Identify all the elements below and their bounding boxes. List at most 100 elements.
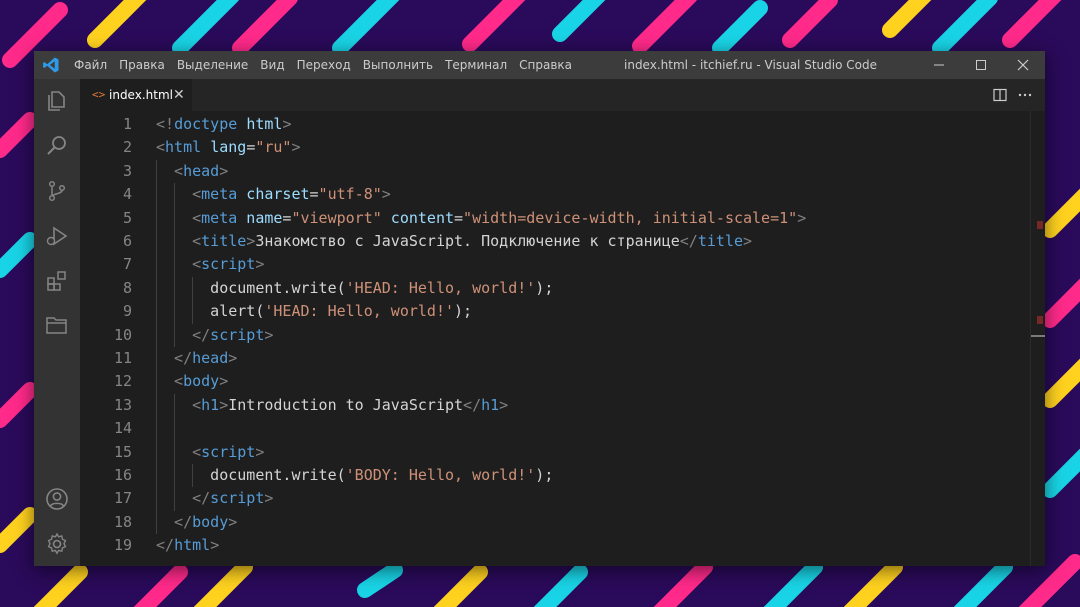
line-number: 13 — [113, 395, 132, 414]
html-file-icon: <> — [92, 88, 106, 101]
code-token: > — [381, 185, 391, 204]
line-number: 19 — [113, 536, 132, 555]
settings-gear-icon[interactable] — [45, 532, 69, 556]
code-token: doctype — [174, 115, 238, 133]
code-token: > — [255, 255, 265, 274]
line-number: 18 — [113, 512, 132, 531]
code-editor[interactable]: 1 2 3 4 5 6 7 8 9 10 11 12 13 14 15 16 17 18 19 <!doctype … — [80, 111, 1045, 566]
indent-guide — [174, 183, 176, 347]
extensions-icon[interactable] — [45, 269, 69, 293]
code-token: > — [264, 489, 274, 508]
minimize-icon — [934, 64, 944, 66]
line-number: 2 — [122, 138, 132, 157]
line-number: 9 — [122, 302, 132, 321]
code-token: document.write( — [210, 466, 346, 484]
tab-label: index.html — [109, 88, 173, 102]
code-line: <body> — [174, 370, 228, 393]
code-token: < — [192, 255, 202, 274]
code-token: < — [174, 161, 184, 180]
code-line: </head> — [174, 347, 237, 370]
line-number: 10 — [113, 325, 132, 344]
menu-item[interactable]: Вид — [260, 51, 290, 79]
code-token: = — [309, 185, 319, 204]
indent-guide — [156, 159, 157, 535]
code-token: < — [192, 442, 202, 461]
line-number-gutter: 1 2 3 4 5 6 7 8 9 10 11 12 13 14 15 16 17 18 19 — [80, 111, 140, 566]
code-token: 'BODY: Hello, world!' — [345, 466, 536, 484]
code-token: > — [210, 536, 220, 555]
menu-item[interactable]: Переход — [297, 51, 357, 79]
line-number: 16 — [113, 466, 132, 484]
code-token: body — [183, 372, 220, 391]
code-line: <title>Знакомство с JavaScript. Подключе… — [192, 230, 752, 253]
run-debug-icon[interactable] — [45, 224, 69, 248]
code-token: < — [156, 138, 166, 157]
code-token: html — [174, 536, 211, 555]
source-control-icon[interactable] — [45, 179, 69, 203]
maximize-icon — [976, 60, 986, 70]
code-token: = — [454, 208, 464, 227]
menu-item[interactable]: Справка — [519, 51, 578, 79]
menu-item[interactable]: Выполнить — [363, 51, 439, 79]
menu-item[interactable]: Файл — [74, 51, 113, 79]
code-token: > — [255, 442, 265, 461]
minimize-button[interactable] — [917, 51, 961, 79]
more-actions-icon — [1018, 93, 1032, 97]
tab-close-icon[interactable]: ✕ — [173, 79, 185, 111]
code-token: ); — [535, 466, 554, 484]
close-window-button[interactable] — [1001, 51, 1045, 79]
code-token: 'HEAD: Hello, world!' — [264, 302, 455, 321]
code-token: head — [183, 161, 220, 180]
code-token: </ — [174, 512, 193, 531]
code-token: head — [192, 349, 229, 367]
search-icon[interactable] — [45, 133, 69, 157]
code-token: html — [165, 138, 202, 157]
files-icon[interactable] — [45, 89, 69, 113]
code-token: > — [228, 349, 238, 367]
code-line: </script> — [192, 487, 273, 510]
code-token: lang — [210, 138, 247, 157]
remote-explorer-icon[interactable] — [45, 313, 69, 337]
code-token: > — [264, 325, 274, 344]
code-line: <html lang="ru"> — [156, 136, 301, 159]
line-number: 14 — [113, 419, 132, 438]
code-token: document.write( — [210, 278, 346, 297]
menu-item[interactable]: Правка — [119, 51, 171, 79]
line-number: 1 — [122, 115, 132, 133]
code-token: meta — [201, 208, 238, 227]
code-line: <meta charset="utf-8"> — [192, 183, 391, 206]
close-icon — [1017, 59, 1029, 71]
code-token: > — [228, 512, 238, 531]
maximize-button[interactable] — [959, 51, 1003, 79]
code-line: <!doctype html> — [156, 113, 291, 136]
account-icon[interactable] — [45, 487, 69, 511]
overview-ruler[interactable] — [1030, 111, 1045, 566]
title-bar: Файл Правка Выделение Вид Переход Выполнить Те… — [34, 51, 1045, 79]
code-token: body — [192, 512, 229, 531]
code-token: > — [291, 138, 301, 157]
split-editor-button[interactable] — [992, 79, 1008, 111]
more-actions-button[interactable] — [1017, 79, 1033, 111]
code-token: html — [246, 115, 283, 133]
line-number: 6 — [122, 232, 132, 250]
code-token: < — [174, 372, 184, 391]
vscode-window: Файл Правка Выделение Вид Переход Выполнить Те… — [34, 51, 1045, 566]
activity-bar — [34, 79, 80, 566]
line-number: 8 — [122, 278, 132, 297]
code-token: = — [246, 138, 256, 157]
code-token: < — [192, 232, 202, 250]
code-token: title — [201, 232, 247, 250]
code-token: > — [499, 395, 509, 414]
vscode-logo-icon — [43, 57, 59, 73]
code-token: content — [390, 208, 455, 227]
code-token: </ — [156, 536, 175, 555]
menu-item[interactable]: Терминал — [445, 51, 513, 79]
tab-index-html[interactable]: <> index.html ✕ — [80, 79, 192, 111]
menu-item[interactable]: Выделение — [177, 51, 254, 79]
code-token: script — [201, 255, 256, 274]
code-token: 'HEAD: Hello, world!' — [345, 278, 536, 297]
code-token: > — [219, 161, 229, 180]
